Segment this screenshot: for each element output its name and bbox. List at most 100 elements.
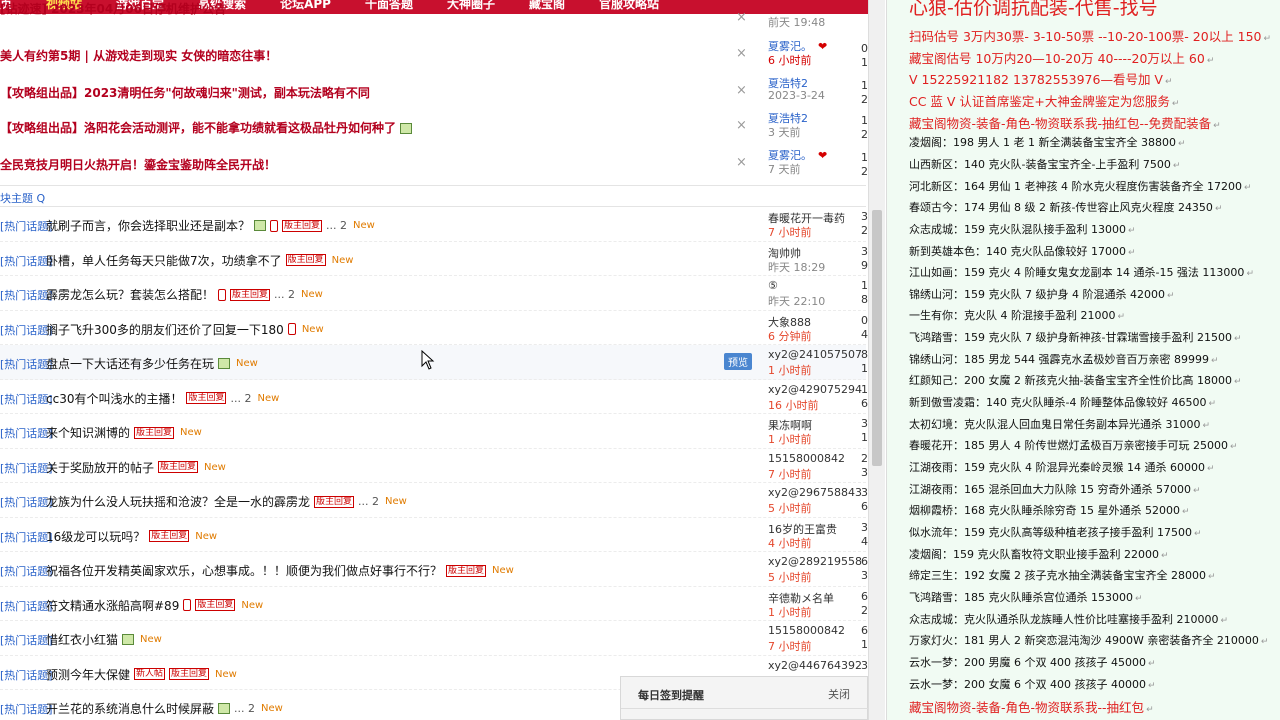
thread-last-poster[interactable]: xy2@289219558 [768, 555, 862, 568]
thread-category-link[interactable]: [热门话题] [0, 322, 53, 338]
thread-title[interactable]: 就刷子而言，你会选择职业还是副本？ 版主回复... 2 New [46, 217, 375, 234]
thread-title[interactable]: 符文精通水涨船高啊#89 版主回复 New [46, 597, 263, 614]
thread-category-link[interactable]: [热门话题] [0, 529, 53, 545]
ad-line: 锦绣山河：159 克火队 7 级护身 4 阶混通杀 42000 ↵ [909, 286, 1175, 302]
thread-title-text[interactable]: 符文精通水涨船高啊#89 [46, 599, 179, 613]
dismiss-pin-icon[interactable]: × [736, 83, 747, 98]
thread-title[interactable]: 关于奖励放开的帖子 版主回复 New [46, 459, 226, 476]
thread-category-link[interactable]: [热门话题] [0, 667, 53, 683]
thread-reply-count: 8 [861, 348, 868, 361]
thread-title[interactable]: cc30有个叫浅水的主播！ 版主回复... 2 New [46, 390, 279, 407]
thread-title-text[interactable]: 搁子飞升300多的朋友们还价了回复一下180 [46, 323, 284, 337]
thread-category-link[interactable]: [热门话题] [0, 632, 53, 648]
dismiss-pin-icon[interactable]: × [736, 155, 747, 170]
thread-title[interactable]: 龙族为什么没人玩扶摇和沧波？全是一水的霹雳龙 版主回复... 2 New [46, 493, 407, 510]
thread-title[interactable]: 16级龙可以玩吗？ 版主回复 New [46, 528, 217, 545]
thread-title[interactable]: 祝福各位开发精英阖家欢乐，心想事成。！！顺便为我们做点好事行不行？ 版主回复 New [46, 562, 514, 579]
preview-button[interactable]: 预览 [724, 353, 752, 370]
thread-title-text[interactable]: 16级龙可以玩吗？ [46, 530, 145, 544]
thread-last-poster[interactable]: xy2@241057507 [768, 348, 862, 361]
thread-title-text[interactable]: cc30有个叫浅水的主播！ [46, 392, 182, 406]
thread-row[interactable]: [热门话题] 就刷子而言，你会选择职业还是副本？ 版主回复... 2 New 春暖花开一… [0, 207, 868, 242]
thread-title[interactable]: 惜红衣小红猫 New [46, 631, 162, 648]
thread-title-text[interactable]: 关于奖励放开的帖子 [46, 461, 154, 475]
thread-last-poster[interactable]: xy2@429075294 [768, 383, 862, 396]
thread-title-text[interactable]: 来个知识渊博的 [46, 426, 130, 440]
thread-category-link[interactable]: [热门话题] [0, 494, 53, 510]
thread-page-links[interactable]: ... 2 [230, 392, 251, 405]
dismiss-pin-icon[interactable]: × [736, 46, 747, 61]
thread-last-poster[interactable]: xy2@446764392 [768, 659, 862, 672]
pinned-thread-title[interactable]: 全民竞技月明日火热开启！鎏金宝鉴助阵全民开战！ [0, 156, 276, 173]
thread-title-text[interactable]: 卧槽，单人任务每天只能做7次，功绩拿不了 [46, 254, 282, 268]
thread-category-link[interactable]: [热门话题] [0, 287, 53, 303]
ad-line-text: 缔定三生：192 女魔 2 孩子克水抽全满装备宝宝齐全 28000 [909, 569, 1206, 583]
thread-title[interactable]: 开兰花的系统消息什么时候屏蔽 ... 2 New [46, 700, 283, 717]
thread-title-text[interactable]: 龙族为什么没人玩扶摇和沧波？全是一水的霹雳龙 [46, 495, 310, 509]
dismiss-pin-icon[interactable]: × [736, 118, 747, 133]
paragraph-mark-icon: ↵ [1147, 658, 1156, 669]
page-scrollbar[interactable] [868, 0, 885, 720]
thread-category-link[interactable]: [热门话题] [0, 253, 53, 269]
thread-title-text[interactable]: 霹雳龙怎么玩？套装怎么搭配！ [46, 288, 214, 302]
thread-category-link[interactable]: [热门话题] [0, 391, 53, 407]
thread-page-links[interactable]: ... 2 [326, 219, 347, 232]
ad-line-text: 凌烟阁：159 克火队畜牧符文职业接手盈利 22000 [909, 547, 1159, 561]
thread-page-links[interactable]: ... 2 [358, 495, 379, 508]
thread-title-text[interactable]: 盘点一下大话还有多少任务在玩 [46, 357, 214, 371]
thread-title-text[interactable]: 开兰花的系统消息什么时候屏蔽 [46, 702, 214, 716]
thread-last-poster[interactable]: xy2@296758843 [768, 486, 862, 499]
thread-row[interactable]: [热门话题] 祝福各位开发精英阖家欢乐，心想事成。！！顺便为我们做点好事行不行？ 版… [0, 552, 868, 587]
thread-category-link[interactable]: [热门话题] [0, 598, 53, 614]
thread-title-text[interactable]: 祝福各位开发精英阖家欢乐，心想事成。！！顺便为我们做点好事行不行？ [46, 564, 442, 578]
paragraph-mark-icon: ↵ [1127, 247, 1136, 258]
pinned-thread-title[interactable]: 【攻略组出品】洛阳花会活动测评，能不能拿功绩就看这极品牡丹如何种了 [0, 119, 413, 136]
ad-line-text: 万家灯火：181 男人 2 新突恋混沌淘沙 4900W 亲密装备齐全 21000… [909, 634, 1259, 648]
thread-category-link[interactable]: [热门话题] [0, 701, 53, 717]
thread-category-link[interactable]: [热门话题] [0, 460, 53, 476]
ad-line: 江山如画：159 克火 4 阶睡女鬼女龙副本 14 通杀-15 强法 11300… [909, 264, 1254, 280]
thread-reply-count: 2 [861, 451, 868, 465]
thread-category-link[interactable]: [热门话题] [0, 356, 53, 372]
thread-row[interactable]: [热门话题] 龙族为什么没人玩扶摇和沧波？全是一水的霹雳龙 版主回复... 2 New… [0, 483, 868, 518]
thread-row[interactable]: [热门话题] 16级龙可以玩吗？ 版主回复 New 16岁的王富贵 4 小时前 3 4 [0, 518, 868, 552]
thread-title-text[interactable]: 就刷子而言，你会选择职业还是副本？ [46, 219, 250, 233]
thread-reply-count: 3 [861, 210, 868, 223]
pinned-thread-title[interactable]: [钻迹速] 2023年04月06日停机维护公告 [0, 0, 226, 17]
pinned-thread-row: [钻迹速] 2023年04月06日停机维护公告 × 前天 19:48 [0, 0, 866, 36]
thread-last-poster[interactable]: 15158000842 [768, 624, 845, 637]
scrollbar-thumb[interactable] [872, 210, 882, 466]
thread-row[interactable]: [热门话题] 符文精通水涨船高啊#89 版主回复 New 辛德勒メ名单 1 小时前 6 2 [0, 587, 868, 621]
thread-category-link[interactable]: [热门话题] [0, 218, 53, 234]
thread-row[interactable]: [热门话题] 惜红衣小红猫 New 15158000842 7 小时前 6 1 [0, 621, 868, 656]
pinned-thread-title[interactable]: 美人有约第5期 | 从游戏走到现实 女侠的暗恋往事！ [0, 47, 277, 64]
thread-badge: 版主回复 [186, 392, 227, 404]
thread-title[interactable]: 预测今年大保健 新人帖 版主回复 New [46, 666, 237, 683]
thread-page-links[interactable]: ... 2 [234, 702, 255, 715]
pinned-thread-title[interactable]: 【攻略组出品】2023清明任务"何故魂归来"测试，副本玩法略有不同 [0, 84, 370, 101]
thread-title-text[interactable]: 惜红衣小红猫 [46, 633, 118, 647]
thread-title[interactable]: 盘点一下大话还有多少任务在玩 New [46, 355, 258, 372]
thread-category-link[interactable]: [热门话题] [0, 425, 53, 441]
popup-close-button[interactable]: 关闭 [828, 686, 850, 702]
thread-category-link[interactable]: [热门话题] [0, 563, 53, 579]
thread-title[interactable]: 搁子飞升300多的朋友们还价了回复一下180 New [46, 321, 324, 338]
ad-line: 山西新区：140 克火队-装备宝宝齐全-上手盈利 7500 ↵ [909, 156, 1180, 172]
dismiss-pin-icon[interactable]: × [736, 10, 747, 25]
ad-line: 新到英雄本色：140 克火队品像较好 17000 ↵ [909, 243, 1136, 259]
thread-last-post-time: 6 分钟前 [768, 329, 812, 343]
paragraph-mark-icon: ↵ [1166, 290, 1175, 301]
thread-last-poster[interactable]: ⑤ [768, 279, 778, 292]
thread-title-text[interactable]: 预测今年大保健 [46, 668, 130, 682]
thread-title[interactable]: 来个知识渊博的 版主回复 New [46, 424, 202, 441]
thread-page-links[interactable]: ... 2 [274, 288, 295, 301]
thread-row[interactable]: [热门话题] 搁子飞升300多的朋友们还价了回复一下180 New 大象888 6 分钟… [0, 311, 868, 345]
thread-row[interactable]: [热门话题] 卧槽，单人任务每天只能做7次，功绩拿不了 版主回复 New 淘帅帅 昨天 1… [0, 242, 868, 276]
thread-row[interactable]: [热门话题] 关于奖励放开的帖子 版主回复 New 15158000842 7 小时前 2 3 [0, 449, 868, 483]
thread-row[interactable]: [热门话题] 来个知识渊博的 版主回复 New 果冻啊啊 1 小时前 3 1 [0, 414, 868, 449]
thread-row[interactable]: [热门话题] 霹雳龙怎么玩？套装怎么搭配！ 版主回复... 2 New ⑤ 昨天 22:1… [0, 276, 868, 311]
thread-last-poster[interactable]: 15158000842 [768, 452, 845, 465]
thread-row[interactable]: [热门话题] cc30有个叫浅水的主播！ 版主回复... 2 New xy2@42907… [0, 380, 868, 414]
thread-title[interactable]: 霹雳龙怎么玩？套装怎么搭配！ 版主回复... 2 New [46, 286, 323, 303]
thread-title[interactable]: 卧槽，单人任务每天只能做7次，功绩拿不了 版主回复 New [46, 252, 353, 269]
